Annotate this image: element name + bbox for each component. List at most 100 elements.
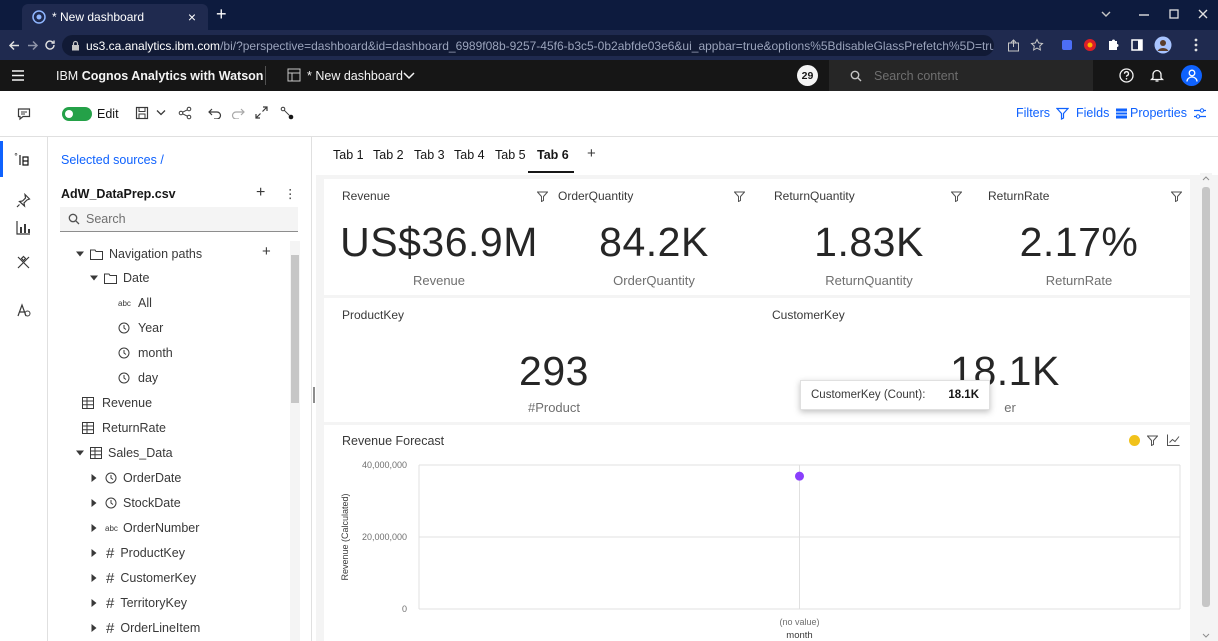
- tab-search-chevron-icon[interactable]: [1100, 8, 1112, 20]
- back-icon[interactable]: [8, 39, 21, 52]
- url-field[interactable]: us3.ca.analytics.ibm.com /bi/?perspectiv…: [62, 35, 994, 56]
- tree-item-navigation-paths[interactable]: Navigation paths: [76, 244, 202, 264]
- dashboard-title-chevron-icon[interactable]: [403, 71, 415, 81]
- kpi-customerkey-card[interactable]: CustomerKey 18.1K er CustomerKey (Count)…: [760, 298, 1190, 422]
- notification-count-badge[interactable]: 29: [797, 65, 818, 86]
- tree-item-revenue[interactable]: Revenue: [82, 393, 152, 413]
- panel-resize-handle[interactable]: [313, 387, 315, 403]
- source-search-placeholder: Search: [86, 212, 126, 226]
- fields-button[interactable]: Fields: [1076, 106, 1128, 120]
- extension-icon[interactable]: [1060, 38, 1074, 52]
- browser-tab-close-icon[interactable]: ×: [188, 9, 196, 25]
- data-sources-icon[interactable]: °: [14, 151, 30, 167]
- lock-icon: [71, 40, 80, 51]
- dashboard-title[interactable]: * New dashboard: [307, 69, 403, 83]
- scroll-down-icon[interactable]: [1200, 631, 1212, 641]
- kpi-row-card[interactable]: Revenue US$36.9M Revenue OrderQuantity 8…: [324, 179, 1190, 295]
- extension-red-icon[interactable]: [1083, 38, 1097, 52]
- x-tick-label: (no value): [779, 617, 819, 627]
- sources-breadcrumb[interactable]: Selected sources /: [61, 153, 164, 167]
- kpi-productkey-card[interactable]: ProductKey 293 #Product: [324, 298, 760, 422]
- tree-item-ordernumber[interactable]: abc OrderNumber: [90, 518, 199, 538]
- user-avatar[interactable]: [1181, 65, 1202, 86]
- tab-2[interactable]: Tab 2: [373, 148, 404, 162]
- redo-icon[interactable]: [231, 107, 245, 119]
- undo-icon[interactable]: [208, 107, 222, 119]
- help-icon[interactable]: [1119, 68, 1134, 83]
- source-search-field[interactable]: Search: [60, 207, 298, 232]
- forward-icon[interactable]: [26, 39, 39, 52]
- header-search[interactable]: Search content: [829, 60, 1093, 91]
- add-source-button[interactable]: +: [256, 184, 265, 202]
- hamburger-menu-icon[interactable]: [12, 70, 24, 81]
- share-icon[interactable]: [1007, 39, 1020, 52]
- canvas-scrollbar[interactable]: [1200, 173, 1212, 641]
- filters-button[interactable]: Filters: [1016, 106, 1070, 120]
- scroll-up-icon[interactable]: [1200, 173, 1212, 183]
- tree-item-sales-data[interactable]: Sales_Data: [76, 443, 173, 463]
- tree-item-label: Navigation paths: [109, 247, 203, 261]
- pin-icon[interactable]: [16, 193, 31, 208]
- source-overflow-menu[interactable]: ⋮: [284, 186, 297, 201]
- save-icon[interactable]: [135, 106, 149, 120]
- browser-tab[interactable]: * New dashboard ×: [22, 4, 208, 30]
- caret-right-icon: [91, 599, 97, 607]
- visualizations-icon[interactable]: [16, 220, 31, 235]
- reload-icon[interactable]: [44, 39, 56, 51]
- minimize-icon[interactable]: [1138, 9, 1150, 21]
- tree-item-all[interactable]: abc All: [118, 293, 152, 313]
- tree-item-month[interactable]: month: [118, 343, 173, 363]
- source-name[interactable]: AdW_DataPrep.csv: [61, 187, 176, 201]
- widgets-icon[interactable]: [16, 255, 31, 270]
- comment-icon[interactable]: [17, 107, 31, 121]
- expand-icon[interactable]: [255, 106, 268, 119]
- tree-item-returnrate[interactable]: ReturnRate: [82, 418, 166, 438]
- tree-item-day[interactable]: day: [118, 368, 158, 388]
- add-navigation-path-button[interactable]: +: [262, 243, 271, 260]
- restore-icon[interactable]: [1168, 8, 1180, 20]
- notifications-bell-icon[interactable]: [1150, 68, 1164, 83]
- filter-icon[interactable]: [734, 191, 745, 202]
- tree-item-productkey[interactable]: # ProductKey: [90, 543, 185, 563]
- browser-menu-icon[interactable]: [1194, 38, 1198, 52]
- tab-5[interactable]: Tab 5: [495, 148, 526, 162]
- tree-scrollbar-thumb[interactable]: [291, 255, 299, 403]
- save-dropdown-chevron-icon[interactable]: [156, 109, 166, 117]
- line-chart-icon[interactable]: [1167, 434, 1180, 446]
- tree-item-customerkey[interactable]: # CustomerKey: [90, 568, 196, 588]
- sidepanel-icon[interactable]: [1130, 38, 1144, 52]
- profile-avatar-icon[interactable]: [1154, 36, 1172, 54]
- add-tab-button[interactable]: +: [587, 145, 596, 162]
- tree-item-territorykey[interactable]: # TerritoryKey: [90, 593, 187, 613]
- properties-button[interactable]: Properties: [1130, 106, 1207, 120]
- tree-scrollbar[interactable]: [290, 241, 300, 641]
- filter-icon[interactable]: [1171, 191, 1182, 202]
- filter-icon[interactable]: [537, 191, 548, 202]
- assistant-icon[interactable]: [16, 303, 31, 318]
- tab-3[interactable]: Tab 3: [414, 148, 445, 162]
- filter-icon[interactable]: [1147, 435, 1158, 446]
- edit-toggle[interactable]: [62, 107, 92, 121]
- tab-1[interactable]: Tab 1: [333, 148, 364, 162]
- tab-6[interactable]: Tab 6: [537, 148, 569, 162]
- revenue-forecast-card[interactable]: Revenue Forecast 40,000,000 20,000,000 0 (n…: [324, 425, 1190, 641]
- tree-item-orderdate[interactable]: OrderDate: [90, 468, 181, 488]
- kpi-orderquantity-title: OrderQuantity: [558, 189, 634, 203]
- y-tick-label: 40,000,000: [362, 460, 407, 470]
- tab-4[interactable]: Tab 4: [454, 148, 485, 162]
- tree-item-stockdate[interactable]: StockDate: [90, 493, 181, 513]
- filter-icon[interactable]: [951, 191, 962, 202]
- forecast-chart: 40,000,000 20,000,000 0 (no value) month Reve…: [340, 460, 1181, 638]
- canvas-scrollbar-thumb[interactable]: [1202, 187, 1210, 607]
- fields-table-icon: [1116, 108, 1128, 118]
- pin-navigation-icon[interactable]: [280, 106, 294, 120]
- tree-item-date[interactable]: Date: [90, 268, 149, 288]
- new-tab-button[interactable]: +: [216, 4, 227, 25]
- tree-item-orderlineitem[interactable]: # OrderLineItem: [90, 618, 200, 638]
- bookmark-star-icon[interactable]: [1030, 38, 1044, 52]
- tree-item-year[interactable]: Year: [118, 318, 163, 338]
- close-window-icon[interactable]: [1197, 8, 1209, 20]
- share-network-icon[interactable]: [178, 106, 192, 120]
- extensions-puzzle-icon[interactable]: [1106, 38, 1120, 52]
- abc-type-icon: abc: [118, 298, 131, 308]
